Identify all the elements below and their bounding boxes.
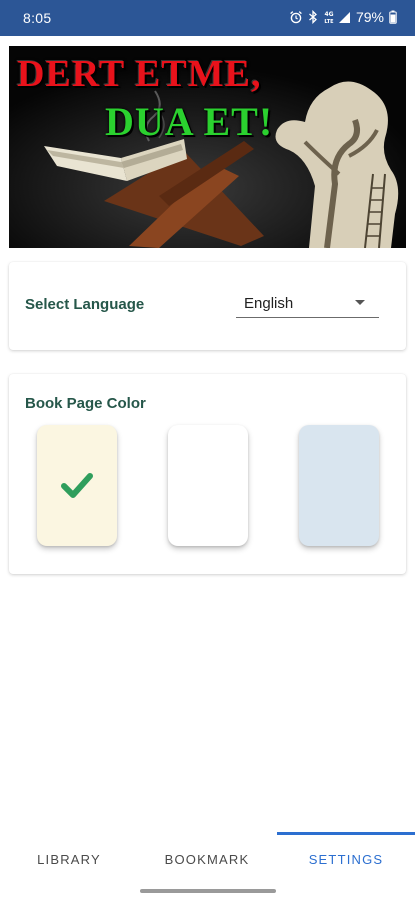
tab-library-label: LIBRARY [37, 852, 101, 867]
banner-headline: DERT ETME, [17, 53, 262, 95]
banner-image: DERT ETME, DUA ET! [9, 46, 406, 248]
settings-screen: 8:05 4G LTE 79% DERT ETME, DUA ET! Selec… [0, 0, 415, 900]
svg-text:4G: 4G [324, 11, 333, 18]
status-icons: 4G LTE 79% [289, 9, 397, 25]
language-label: Select Language [25, 296, 145, 313]
tab-settings-label: SETTINGS [308, 852, 384, 867]
page-color-card: Book Page Color [9, 374, 406, 574]
network-type-icon: 4G LTE [323, 10, 334, 24]
battery-icon [389, 10, 397, 24]
tab-settings[interactable]: SETTINGS [277, 832, 415, 888]
language-select[interactable]: English [236, 286, 379, 318]
tab-bookmark-label: BOOKMARK [164, 852, 250, 867]
alarm-icon [289, 10, 303, 24]
svg-text:LTE: LTE [324, 19, 334, 24]
banner-subheadline: DUA ET! [105, 99, 274, 144]
tab-bookmark[interactable]: BOOKMARK [138, 832, 276, 888]
dropdown-arrow-icon [355, 300, 365, 305]
tab-library[interactable]: LIBRARY [0, 832, 138, 888]
battery-text: 79% [355, 9, 384, 25]
bluetooth-icon [308, 10, 318, 24]
gesture-navigation-bar[interactable] [140, 889, 276, 893]
page-color-swatch-white[interactable] [168, 425, 248, 546]
status-bar: 8:05 4G LTE 79% [0, 0, 415, 36]
language-card: Select Language English [9, 262, 406, 350]
page-color-swatch-cream[interactable] [37, 425, 117, 546]
page-color-swatch-blue[interactable] [299, 425, 379, 546]
language-value: English [244, 295, 294, 312]
page-color-label: Book Page Color [25, 395, 146, 412]
signal-icon [338, 11, 351, 24]
check-icon [61, 473, 93, 498]
status-time: 8:05 [23, 10, 52, 26]
